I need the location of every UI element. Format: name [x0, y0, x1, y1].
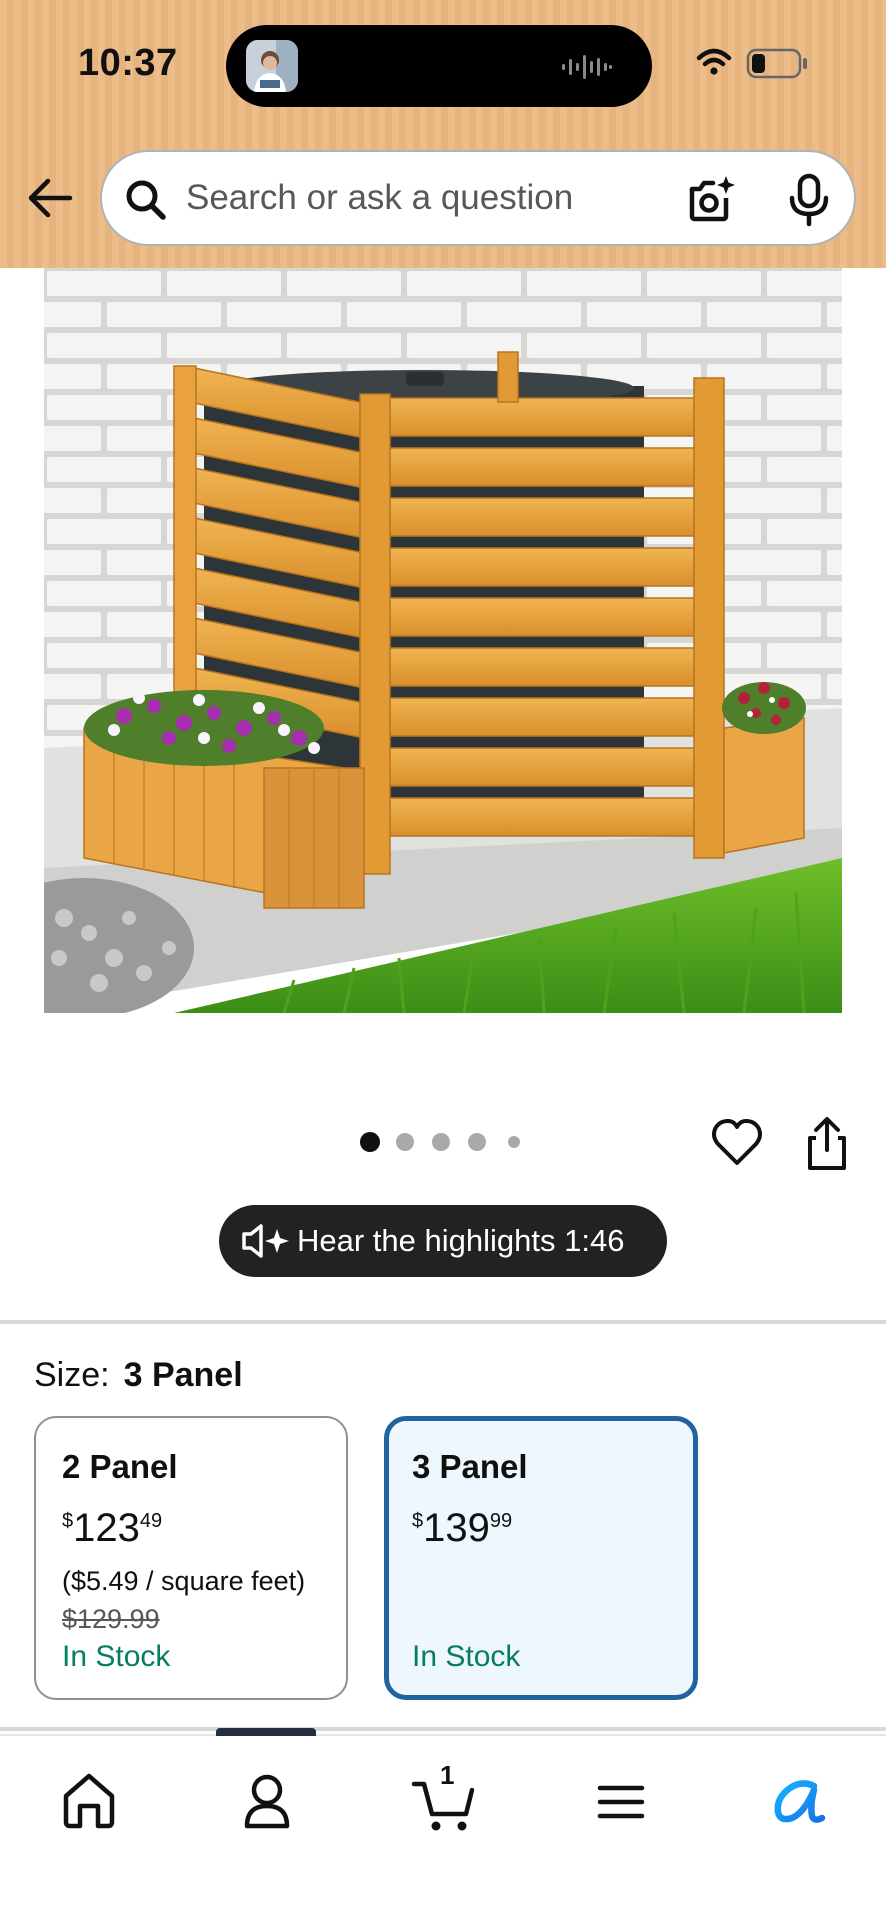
active-tab-indicator	[216, 1728, 316, 1736]
battery-icon	[746, 48, 807, 79]
carousel-dot[interactable]	[432, 1133, 450, 1151]
size-option-3-panel[interactable]: 3 Panel $13999 In Stock	[384, 1416, 698, 1700]
microphone-icon[interactable]	[784, 172, 834, 233]
size-selected-value: 3 Panel	[123, 1356, 243, 1394]
search-bar[interactable]	[100, 150, 856, 246]
hamburger-menu-icon	[597, 1785, 645, 1819]
size-option-price: $13999	[412, 1506, 512, 1551]
search-icon	[122, 176, 170, 229]
size-option-price: $12349	[62, 1506, 162, 1551]
hear-highlights-button[interactable]: Hear the highlights 1:46	[219, 1205, 667, 1277]
bottom-navigation: 1	[0, 1728, 886, 1922]
size-label: Size:	[34, 1356, 110, 1394]
camera-lens-icon[interactable]	[682, 172, 738, 233]
back-button[interactable]	[22, 170, 78, 226]
dynamic-island	[226, 25, 652, 107]
list-price: $129.99	[62, 1604, 160, 1634]
product-image[interactable]	[44, 268, 842, 1013]
audio-wave-icon	[562, 55, 612, 84]
share-icon	[808, 1117, 846, 1170]
rufus-ai-icon	[774, 1780, 826, 1823]
nav-home-tab[interactable]	[54, 1766, 124, 1836]
heart-icon	[712, 1119, 762, 1165]
carousel-dot[interactable]	[508, 1136, 520, 1148]
account-person-icon	[244, 1774, 290, 1829]
stock-status: In Stock	[412, 1640, 521, 1673]
price-whole: 139	[423, 1506, 490, 1550]
price-symbol: $	[62, 1510, 74, 1532]
carousel-dot[interactable]	[468, 1133, 486, 1151]
carousel-dot[interactable]	[396, 1133, 414, 1151]
price-fraction: 99	[489, 1510, 513, 1532]
nav-account-tab[interactable]	[232, 1766, 302, 1836]
home-icon	[63, 1773, 115, 1829]
carousel-dot-active[interactable]	[360, 1132, 380, 1152]
stock-status: In Stock	[62, 1640, 171, 1673]
size-label-row: Size: 3 Panel	[34, 1356, 243, 1395]
share-button[interactable]	[800, 1116, 854, 1172]
section-divider	[0, 1727, 886, 1731]
unit-price: ($5.49 / square feet)	[62, 1566, 306, 1596]
speaker-sparkle-icon	[241, 1223, 291, 1264]
wifi-icon	[696, 48, 732, 75]
size-option-name: 2 Panel	[62, 1448, 178, 1485]
hear-highlights-label: Hear the highlights 1:46	[297, 1223, 625, 1258]
status-time: 10:37	[78, 42, 178, 84]
cart-count-badge: 1	[440, 1760, 455, 1790]
price-fraction: 49	[139, 1510, 163, 1532]
size-option-2-panel[interactable]: 2 Panel $12349 ($5.49 / square feet) $12…	[34, 1416, 348, 1700]
nav-cart-tab[interactable]: 1	[410, 1760, 480, 1836]
facetime-avatar-icon	[246, 40, 298, 92]
app-header: 10:37	[0, 0, 886, 268]
section-divider	[0, 1320, 886, 1324]
price-whole: 123	[73, 1506, 140, 1550]
back-arrow-icon	[28, 178, 73, 218]
price-symbol: $	[412, 1510, 424, 1532]
nav-menu-tab[interactable]	[586, 1766, 656, 1836]
status-indicators	[694, 44, 814, 89]
search-input[interactable]	[186, 170, 656, 226]
wishlist-button[interactable]	[710, 1116, 764, 1170]
size-option-name: 3 Panel	[412, 1448, 528, 1485]
nav-rufus-tab[interactable]	[762, 1766, 832, 1836]
